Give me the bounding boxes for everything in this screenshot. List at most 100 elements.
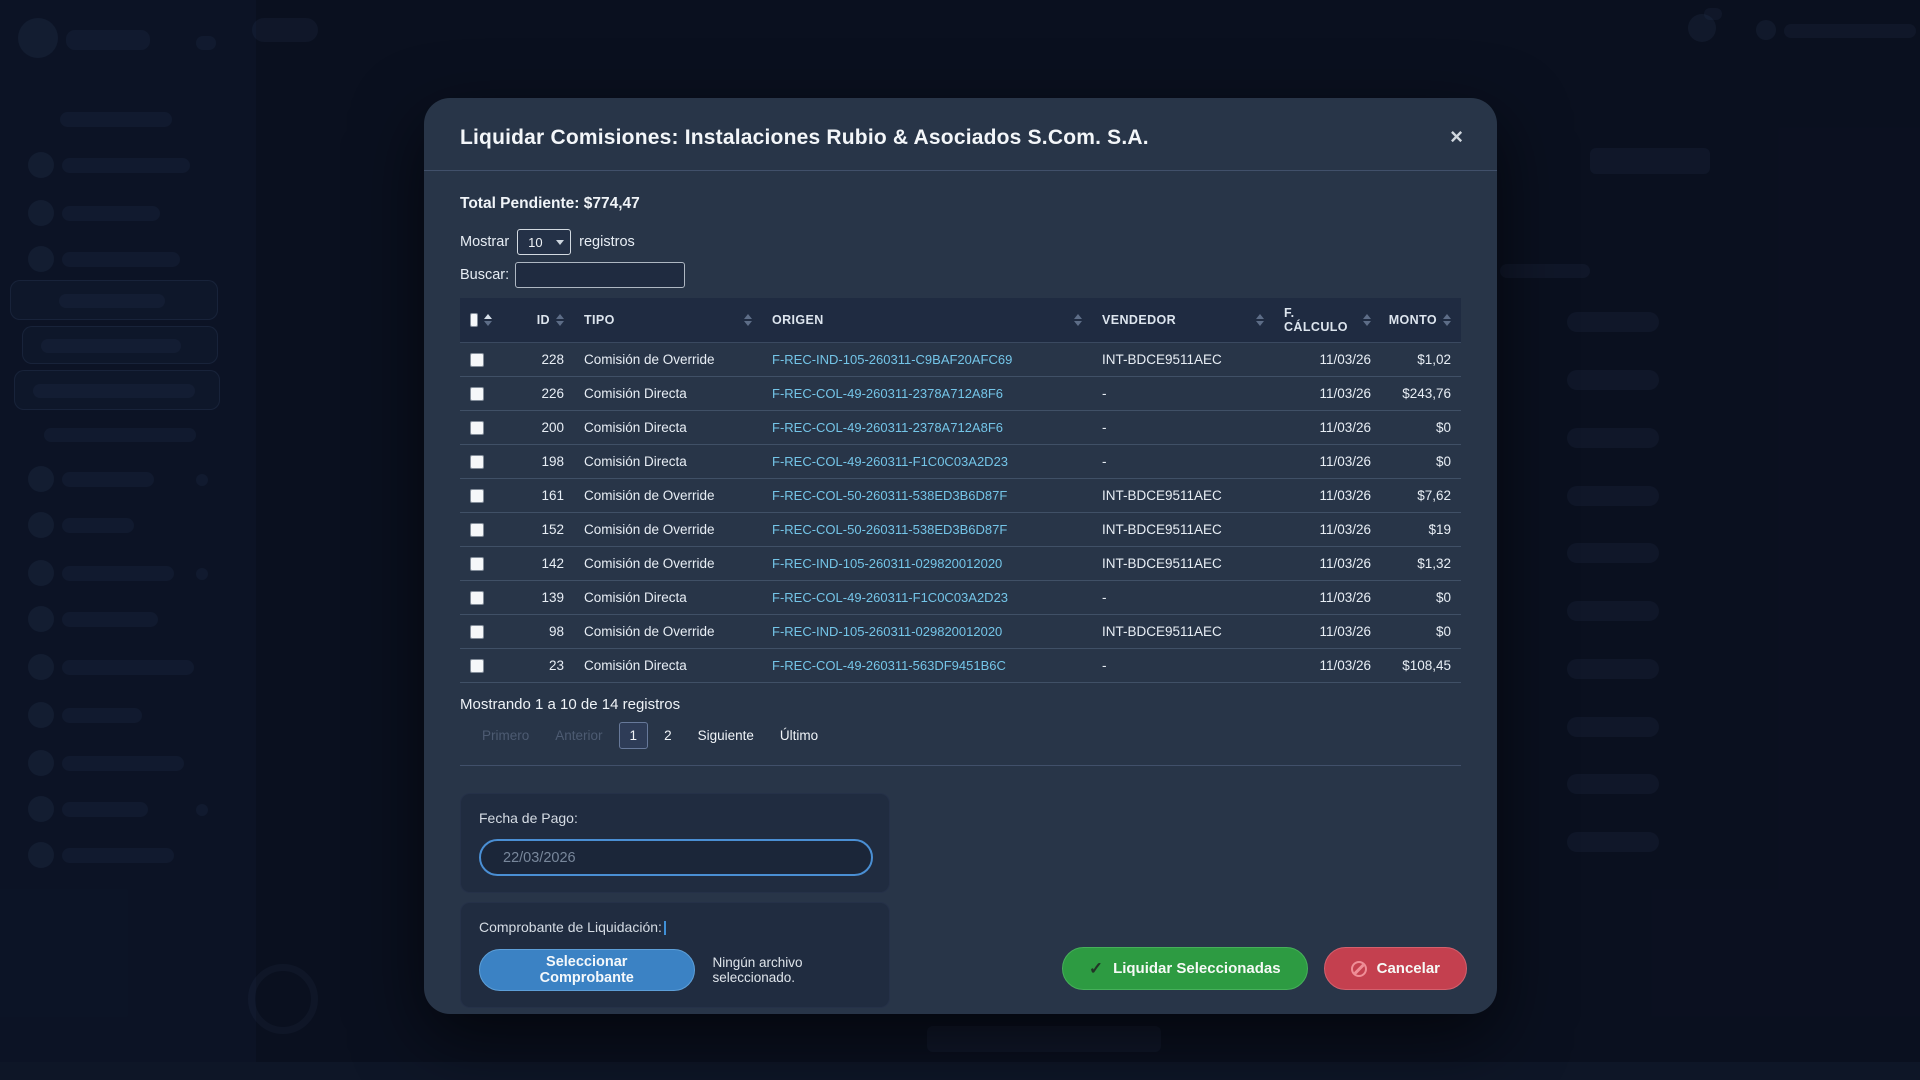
pagination: Primero Anterior 1 2 Siguiente Último	[460, 722, 1461, 749]
cell-vendedor: -	[1092, 411, 1274, 445]
row-checkbox[interactable]	[470, 421, 484, 435]
origen-link[interactable]: F-REC-COL-49-260311-563DF9451B6C	[772, 658, 1006, 673]
row-select-cell	[460, 411, 502, 445]
cell-vendedor: INT-BDCE9511AEC	[1092, 343, 1274, 377]
cell-id: 226	[502, 377, 574, 411]
length-menu-suffix: registros	[579, 234, 635, 250]
check-icon: ✓	[1089, 959, 1103, 979]
table-row: 152Comisión de OverrideF-REC-COL-50-2603…	[460, 513, 1461, 547]
row-select-cell	[460, 343, 502, 377]
file-status: Ningún archivo seleccionado.	[713, 955, 872, 985]
cell-vendedor: INT-BDCE9511AEC	[1092, 513, 1274, 547]
cell-id: 198	[502, 445, 574, 479]
row-select-cell	[460, 445, 502, 479]
comprobante-label: Comprobante de Liquidación:	[479, 919, 662, 935]
fecha-pago-panel: Fecha de Pago:	[460, 793, 890, 893]
text-cursor	[664, 921, 666, 935]
table-row: 23Comisión DirectaF-REC-COL-49-260311-56…	[460, 649, 1461, 683]
chevron-down-icon	[556, 240, 564, 245]
cell-vendedor: -	[1092, 377, 1274, 411]
pagination-next[interactable]: Siguiente	[688, 723, 764, 748]
cell-monto: $108,45	[1381, 649, 1461, 683]
origen-link[interactable]: F-REC-IND-105-260311-029820012020	[772, 624, 1002, 639]
row-checkbox[interactable]	[470, 659, 484, 673]
origen-link[interactable]: F-REC-COL-49-260311-F1C0C03A2D23	[772, 590, 1008, 605]
liquidar-seleccionadas-button[interactable]: ✓ Liquidar Seleccionadas	[1062, 947, 1308, 990]
cell-id: 200	[502, 411, 574, 445]
sort-icon	[1256, 314, 1264, 326]
row-checkbox[interactable]	[470, 625, 484, 639]
cell-vendedor: -	[1092, 649, 1274, 683]
cell-monto: $1,32	[1381, 547, 1461, 581]
row-select-cell	[460, 547, 502, 581]
column-header-origen[interactable]: ORIGEN	[762, 298, 1092, 343]
cancelar-button[interactable]: Cancelar	[1324, 947, 1467, 990]
cell-origen: F-REC-COL-49-260311-2378A712A8F6	[762, 377, 1092, 411]
cancel-icon	[1351, 961, 1367, 977]
cell-tipo: Comisión de Override	[574, 615, 762, 649]
cell-fcalculo: 11/03/26	[1274, 411, 1381, 445]
cell-monto: $243,76	[1381, 377, 1461, 411]
origen-link[interactable]: F-REC-COL-50-260311-538ED3B6D87F	[772, 522, 1007, 537]
commissions-table: ID TIPO ORIGEN VENDEDOR	[460, 298, 1461, 683]
cell-fcalculo: 11/03/26	[1274, 649, 1381, 683]
cell-id: 152	[502, 513, 574, 547]
cell-monto: $1,02	[1381, 343, 1461, 377]
cell-tipo: Comisión de Override	[574, 547, 762, 581]
cell-id: 139	[502, 581, 574, 615]
column-header-monto[interactable]: MONTO	[1381, 298, 1461, 343]
row-checkbox[interactable]	[470, 523, 484, 537]
column-header-vendedor[interactable]: VENDEDOR	[1092, 298, 1274, 343]
pagination-page-1[interactable]: 1	[619, 722, 649, 749]
row-checkbox[interactable]	[470, 489, 484, 503]
fecha-pago-input[interactable]	[479, 839, 873, 876]
row-checkbox[interactable]	[470, 353, 484, 367]
cell-vendedor: INT-BDCE9511AEC	[1092, 547, 1274, 581]
cell-tipo: Comisión Directa	[574, 581, 762, 615]
close-icon[interactable]: ×	[1446, 122, 1467, 152]
cell-id: 23	[502, 649, 574, 683]
commissions-table-body: 228Comisión de OverrideF-REC-IND-105-260…	[460, 343, 1461, 683]
origen-link[interactable]: F-REC-COL-50-260311-538ED3B6D87F	[772, 488, 1007, 503]
select-all-checkbox[interactable]	[470, 313, 478, 327]
cell-origen: F-REC-COL-50-260311-538ED3B6D87F	[762, 513, 1092, 547]
cell-tipo: Comisión de Override	[574, 479, 762, 513]
row-checkbox[interactable]	[470, 591, 484, 605]
row-checkbox[interactable]	[470, 455, 484, 469]
pagination-page-2[interactable]: 2	[654, 723, 682, 748]
origen-link[interactable]: F-REC-COL-49-260311-2378A712A8F6	[772, 386, 1003, 401]
pagination-previous[interactable]: Anterior	[545, 723, 612, 748]
row-checkbox[interactable]	[470, 557, 484, 571]
cell-fcalculo: 11/03/26	[1274, 615, 1381, 649]
row-checkbox[interactable]	[470, 387, 484, 401]
page-size-select[interactable]: 10	[517, 229, 571, 255]
total-pendiente: Total Pendiente: $774,47	[460, 195, 1461, 213]
cell-monto: $0	[1381, 581, 1461, 615]
sort-icon	[484, 314, 492, 326]
cell-fcalculo: 11/03/26	[1274, 513, 1381, 547]
select-all-header[interactable]	[460, 298, 502, 343]
table-summary: Mostrando 1 a 10 de 14 registros	[460, 696, 1461, 713]
origen-link[interactable]: F-REC-COL-49-260311-2378A712A8F6	[772, 420, 1003, 435]
table-row: 139Comisión Directa F-REC-COL-49-260311-F…	[460, 581, 1461, 615]
row-select-cell	[460, 615, 502, 649]
column-header-tipo[interactable]: TIPO	[574, 298, 762, 343]
search-input[interactable]	[515, 262, 685, 288]
pagination-last[interactable]: Último	[770, 723, 828, 748]
table-row: 198Comisión DirectaF-REC-COL-49-260311-F…	[460, 445, 1461, 479]
pagination-first[interactable]: Primero	[472, 723, 539, 748]
sort-icon	[1074, 314, 1082, 326]
origen-link[interactable]: F-REC-COL-49-260311-F1C0C03A2D23	[772, 454, 1008, 469]
cell-origen: F-REC-COL-49-260311-563DF9451B6C	[762, 649, 1092, 683]
cell-origen: F-REC-COL-49-260311-F1C0C03A2D23	[762, 581, 1092, 615]
origen-link[interactable]: F-REC-IND-105-260311-C9BAF20AFC69	[772, 352, 1012, 367]
origen-link[interactable]: F-REC-IND-105-260311-029820012020	[772, 556, 1002, 571]
column-header-id[interactable]: ID	[502, 298, 574, 343]
cell-id: 161	[502, 479, 574, 513]
seleccionar-comprobante-button[interactable]: Seleccionar Comprobante	[479, 949, 695, 991]
header-divider	[424, 170, 1497, 171]
cell-id: 142	[502, 547, 574, 581]
cell-monto: $19	[1381, 513, 1461, 547]
sort-icon	[1363, 314, 1371, 326]
column-header-fcalculo[interactable]: F. CÁLCULO	[1274, 298, 1381, 343]
